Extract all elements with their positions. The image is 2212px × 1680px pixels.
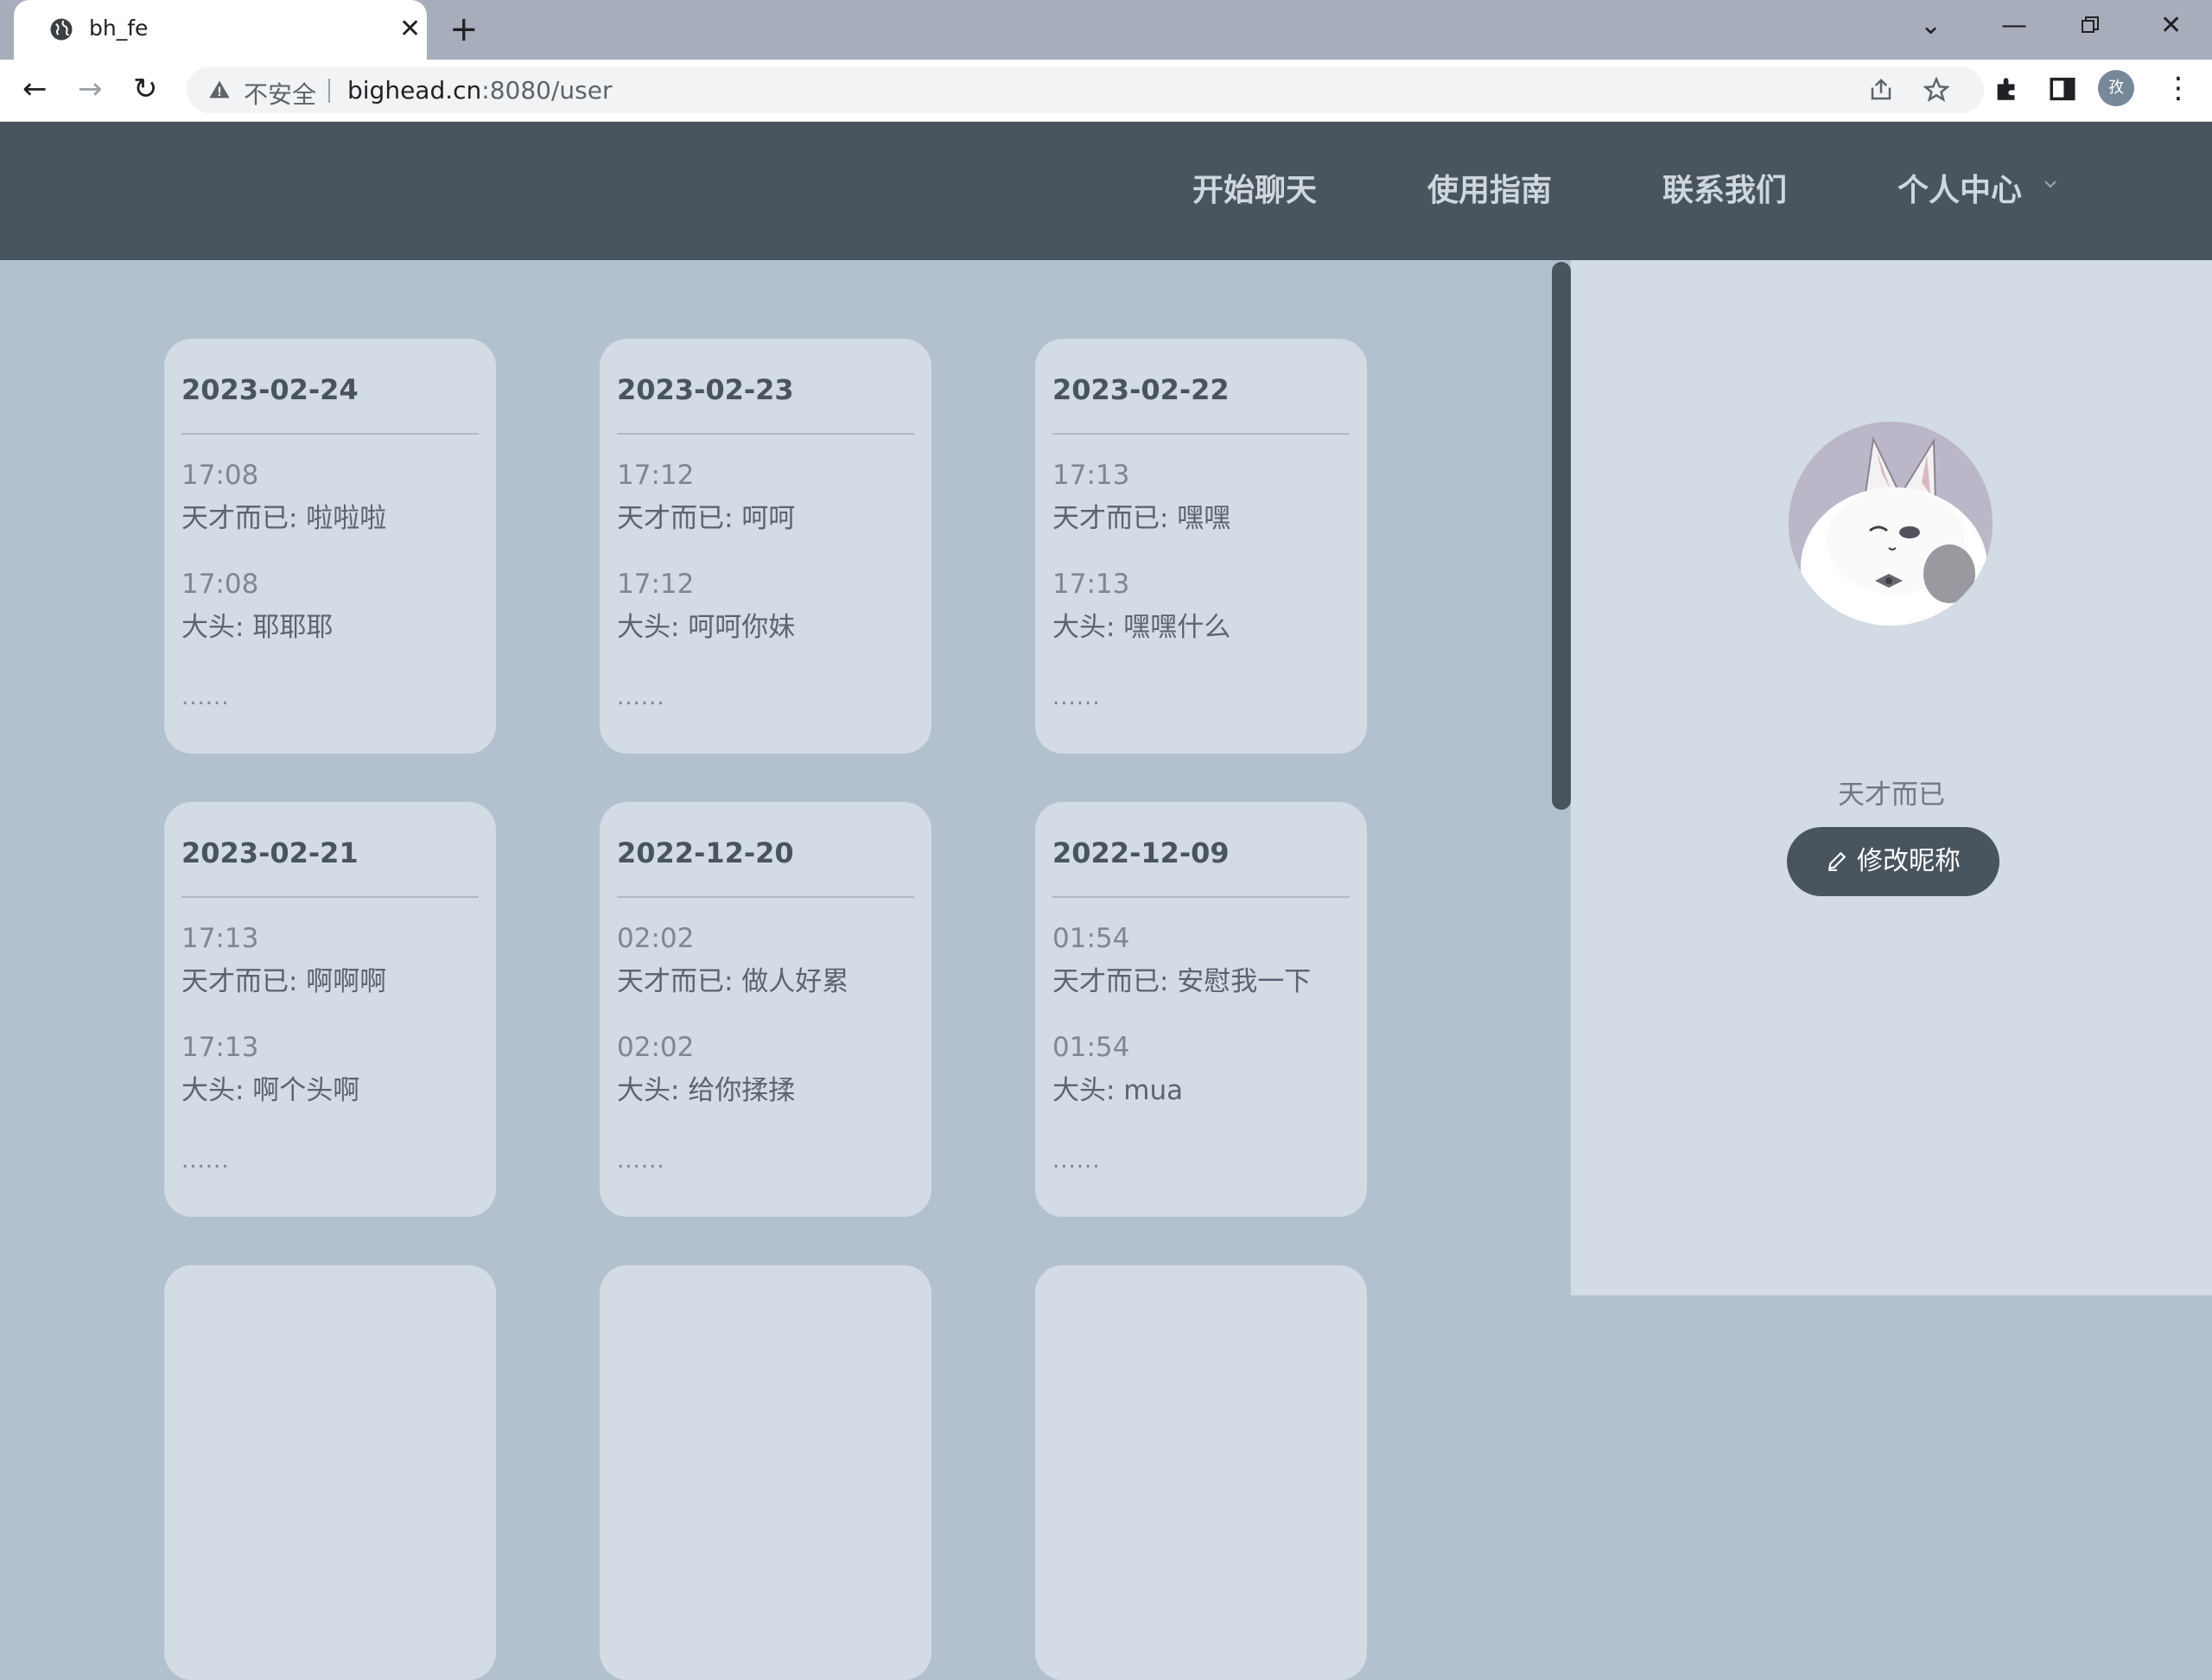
- message-time: 17:08: [181, 569, 259, 600]
- message-time: 17:13: [1052, 460, 1130, 491]
- divider: [181, 896, 479, 898]
- reload-icon[interactable]: ↻: [133, 72, 158, 106]
- edit-nickname-label: 修改昵称: [1857, 846, 1961, 876]
- extensions-icon[interactable]: [1993, 74, 2022, 104]
- message-time: 02:02: [617, 1032, 695, 1063]
- more-ellipsis: ......: [1052, 1148, 1101, 1174]
- edit-nickname-button[interactable]: 修改昵称: [1787, 827, 1999, 896]
- chevron-down-icon[interactable]: [2044, 177, 2057, 191]
- divider: [1052, 896, 1350, 898]
- message-time: 17:12: [617, 569, 695, 600]
- divider: [1052, 433, 1350, 435]
- message-text: 大头: 给你揉揉: [617, 1075, 796, 1106]
- chat-card[interactable]: [600, 1265, 931, 1680]
- chat-card[interactable]: 2023-02-24 17:08 天才而已: 啦啦啦 17:08 大头: 耶耶耶…: [164, 339, 496, 754]
- nav-contact[interactable]: 联系我们: [1662, 170, 1787, 212]
- address-bar[interactable]: 不安全 bighead.cn:8080/user: [187, 67, 1984, 113]
- nav-start-chat[interactable]: 开始聊天: [1192, 170, 1317, 212]
- message-time: 17:13: [181, 1032, 259, 1063]
- card-date: 2023-02-21: [181, 837, 359, 869]
- chat-card[interactable]: 2022-12-20 02:02 天才而已: 做人好累 02:02 大头: 给你…: [600, 802, 931, 1217]
- new-tab-icon[interactable]: +: [449, 12, 479, 47]
- side-panel-icon[interactable]: [2048, 74, 2077, 104]
- message-time: 17:13: [1052, 569, 1130, 600]
- chat-card[interactable]: 2022-12-09 01:54 天才而已: 安慰我一下 01:54 大头: m…: [1035, 802, 1367, 1217]
- message-text: 天才而已: 嘿嘿: [1052, 503, 1231, 534]
- browser-toolbar: ← → ↻ 不安全 bighead.cn:8080/user: [0, 60, 2212, 122]
- browser-tab[interactable]: bh_fe ✕: [14, 0, 427, 60]
- omnibox-divider: [328, 79, 330, 103]
- message-time: 17:12: [617, 460, 695, 491]
- forward-icon[interactable]: →: [78, 72, 103, 106]
- message-text: 大头: 啊个头啊: [181, 1075, 360, 1106]
- message-text: 天才而已: 安慰我一下: [1052, 966, 1312, 997]
- more-ellipsis: ......: [617, 1148, 665, 1174]
- message-time: 02:02: [617, 923, 695, 954]
- browser-menu-icon[interactable]: ⋮: [2164, 73, 2193, 104]
- card-date: 2023-02-23: [617, 373, 794, 406]
- globe-icon: [50, 18, 73, 41]
- more-ellipsis: ......: [181, 1148, 230, 1174]
- message-text: 天才而已: 啦啦啦: [181, 503, 387, 534]
- window-close-icon[interactable]: ✕: [2160, 9, 2182, 43]
- nav-user-center[interactable]: 个人中心: [1897, 170, 2022, 212]
- rabbit-avatar-image: [1789, 422, 1993, 626]
- chat-card[interactable]: [164, 1265, 496, 1680]
- url-path: :8080/user: [481, 76, 613, 105]
- warning-icon[interactable]: [207, 78, 232, 102]
- card-date: 2023-02-24: [181, 373, 359, 406]
- bookmark-star-icon[interactable]: [1923, 77, 1949, 103]
- message-text: 天才而已: 呵呵: [617, 503, 796, 534]
- message-text: 大头: 嘿嘿什么: [1052, 612, 1231, 643]
- card-date: 2022-12-09: [1052, 837, 1230, 869]
- message-text: 天才而已: 啊啊啊: [181, 966, 387, 997]
- share-icon[interactable]: [1868, 77, 1894, 103]
- user-nickname: 天才而已: [1838, 780, 1945, 811]
- security-label[interactable]: 不安全: [244, 76, 316, 111]
- message-time: 01:54: [1052, 923, 1130, 954]
- message-time: 17:13: [181, 923, 259, 954]
- minimize-icon[interactable]: —: [2001, 9, 2027, 43]
- more-ellipsis: ......: [181, 684, 230, 710]
- chat-card[interactable]: 2023-02-23 17:12 天才而已: 呵呵 17:12 大头: 呵呵你妹…: [600, 339, 931, 754]
- chat-card[interactable]: [1035, 1265, 1367, 1680]
- message-time: 01:54: [1052, 1032, 1130, 1063]
- divider: [617, 896, 914, 898]
- message-time: 17:08: [181, 460, 259, 491]
- tab-search-chevron-icon[interactable]: ⌄: [1920, 9, 1942, 43]
- back-icon[interactable]: ←: [22, 72, 48, 106]
- chat-card[interactable]: 2023-02-21 17:13 天才而已: 啊啊啊 17:13 大头: 啊个头…: [164, 802, 496, 1217]
- restore-icon[interactable]: [2081, 16, 2100, 35]
- pen-icon: [1827, 851, 1847, 871]
- scrollbar-thumb[interactable]: [1552, 262, 1571, 810]
- tab-title: bh_fe: [89, 16, 149, 41]
- browser-tab-strip: bh_fe ✕ + ⌄ — ✕: [0, 0, 2212, 60]
- more-ellipsis: ......: [617, 684, 665, 710]
- tab-close-icon[interactable]: ✕: [399, 16, 421, 43]
- divider: [617, 433, 914, 435]
- message-text: 大头: 耶耶耶: [181, 612, 334, 643]
- message-text: 天才而已: 做人好累: [617, 966, 849, 997]
- card-date: 2023-02-22: [1052, 373, 1230, 406]
- url-text[interactable]: bighead.cn:8080/user: [347, 76, 612, 105]
- chat-history-panel: 2023-02-24 17:08 天才而已: 啦啦啦 17:08 大头: 耶耶耶…: [0, 260, 1571, 1680]
- message-text: 大头: mua: [1052, 1075, 1184, 1106]
- profile-sidebar: 天才而已 修改昵称: [1571, 260, 2212, 1295]
- divider: [181, 433, 479, 435]
- more-ellipsis: ......: [1052, 684, 1101, 710]
- card-date: 2022-12-20: [617, 837, 794, 869]
- profile-avatar[interactable]: 孜: [2098, 70, 2134, 106]
- user-avatar[interactable]: [1789, 422, 1993, 626]
- nav-guide[interactable]: 使用指南: [1427, 170, 1552, 212]
- url-host: bighead.cn: [347, 76, 482, 105]
- chat-card[interactable]: 2023-02-22 17:13 天才而已: 嘿嘿 17:13 大头: 嘿嘿什么…: [1035, 339, 1367, 754]
- site-header: 开始聊天 使用指南 联系我们 个人中心: [0, 122, 2212, 260]
- message-text: 大头: 呵呵你妹: [617, 612, 796, 643]
